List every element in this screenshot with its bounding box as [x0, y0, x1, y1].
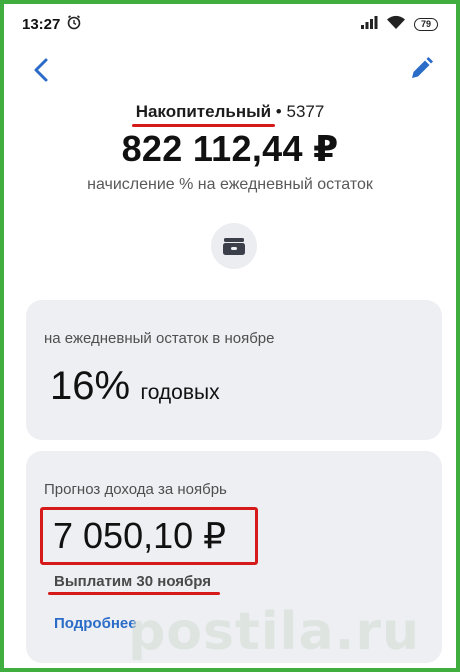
payout-underline	[48, 592, 220, 595]
account-separator: •	[271, 102, 287, 121]
battery-level: 79	[420, 19, 431, 29]
alarm-icon	[66, 14, 82, 34]
status-right: 79	[360, 15, 438, 34]
rate-label: на ежедневный остаток в ноябре	[44, 330, 275, 347]
wifi-icon	[386, 15, 406, 34]
account-title: Накопительный • 5377	[4, 102, 456, 122]
rate-value: 16% годовых	[50, 364, 220, 409]
rate-percent: 16%	[50, 364, 131, 408]
wallet-button[interactable]	[211, 223, 257, 269]
rate-unit: годовых	[140, 381, 220, 404]
account-number: 5377	[286, 102, 325, 121]
status-bar: 13:27 79	[22, 12, 438, 36]
edit-button[interactable]	[408, 56, 434, 82]
back-button[interactable]	[30, 56, 54, 84]
more-details-link[interactable]: Подробнее	[54, 615, 137, 632]
account-balance: 822 112,44 ₽	[121, 128, 339, 169]
forecast-amount-highlight: 7 050,10 ₽	[40, 507, 258, 565]
battery-icon: 79	[414, 17, 438, 31]
wallet-icon	[223, 238, 245, 255]
forecast-amount: 7 050,10 ₽	[53, 515, 227, 556]
interest-rate-card: на ежедневный остаток в ноябре 16% годов…	[26, 300, 442, 440]
status-left: 13:27	[22, 14, 82, 34]
accrual-note: начисление % на ежедневный остаток	[87, 176, 373, 193]
payout-date: Выплатим 30 ноября	[54, 573, 212, 590]
screen-frame: 13:27 79 Накопительный • 5377 822 112,44…	[0, 0, 460, 672]
account-name: Накопительный	[135, 102, 272, 121]
status-time: 13:27	[22, 15, 61, 33]
income-forecast-card: Прогноз дохода за ноябрь 7 050,10 ₽ Выпл…	[26, 451, 442, 663]
signal-icon	[360, 15, 378, 33]
pencil-icon	[412, 57, 433, 78]
forecast-label: Прогноз дохода за ноябрь	[44, 481, 227, 498]
chevron-left-icon	[34, 58, 48, 82]
